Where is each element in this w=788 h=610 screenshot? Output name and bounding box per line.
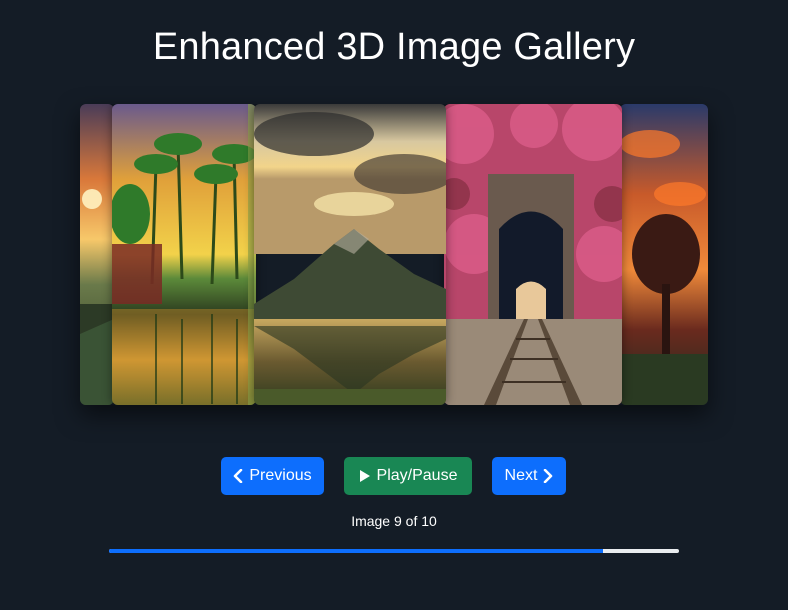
chevron-right-icon [544,469,553,483]
slide-palm-trees-lake[interactable] [112,104,256,405]
gallery-page: Enhanced 3D Image Gallery Previous Play/… [0,0,788,610]
slide-mountain-lake-reflection[interactable] [254,104,446,405]
slide-fiery-tree-sky[interactable] [620,104,708,405]
next-button[interactable]: Next [492,457,566,495]
play-icon [359,470,370,482]
play-pause-button[interactable]: Play/Pause [344,457,472,495]
previous-label: Previous [249,467,312,484]
slide-railway-tunnel-pink-trees[interactable] [444,104,622,405]
progress-bar [109,549,679,553]
slide-sunset-fire-sky[interactable] [80,104,114,405]
image-counter: Image 9 of 10 [351,513,437,529]
image-carousel[interactable] [80,104,708,405]
gallery-controls: Previous Play/Pause Next [0,457,788,495]
next-label: Next [504,467,538,484]
chevron-left-icon [234,469,243,483]
previous-button[interactable]: Previous [221,457,324,495]
play-pause-label: Play/Pause [376,467,458,484]
progress-fill [109,549,604,553]
page-title: Enhanced 3D Image Gallery [152,26,636,68]
